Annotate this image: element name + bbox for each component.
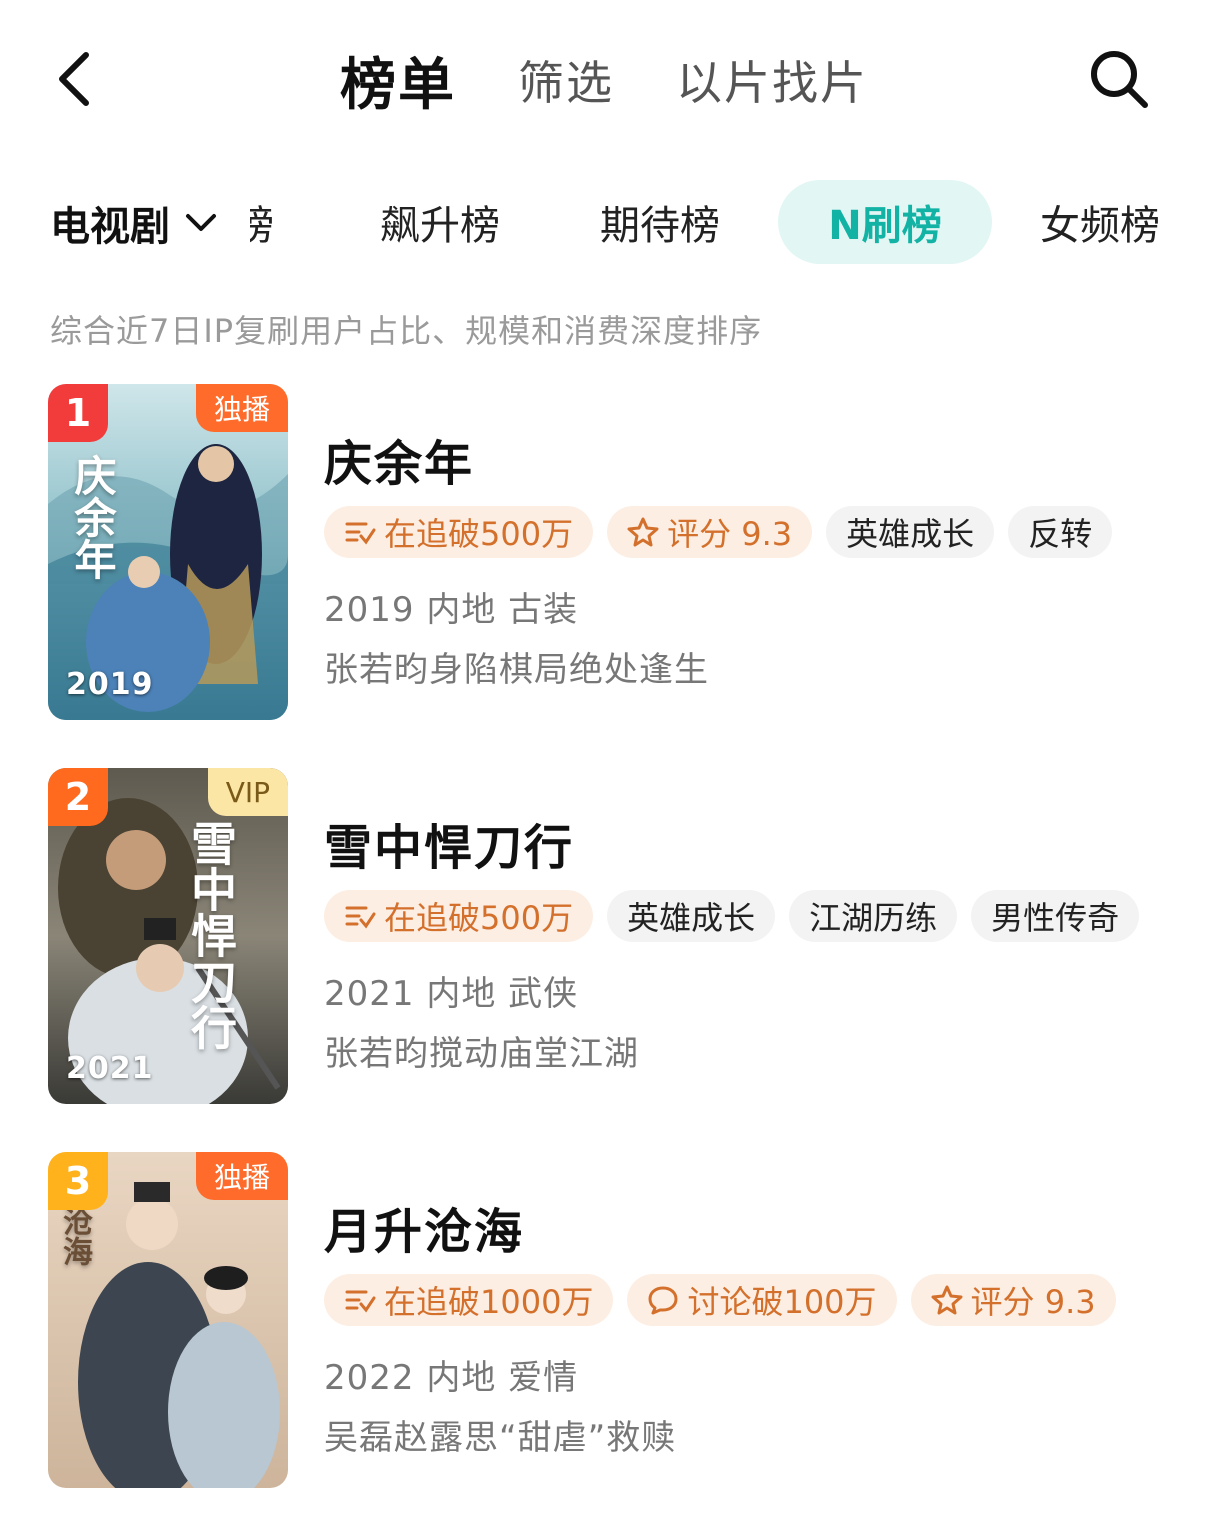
discussion-count-tag: 讨论破100万 [627,1274,897,1326]
follow-list-icon [345,1290,376,1313]
nav-tabs: 榜单 筛选 以片找片 [340,40,930,120]
list-item[interactable]: 雪中悍刀行 2 VIP 2021 雪中悍刀行 在追破500万 英雄成长 江湖历练… [48,768,1178,1104]
list-item[interactable]: 沧海 3 独播 月升沧海 在追破1000万 讨论破100万 评分 9.3 202… [48,1152,1178,1488]
tag-text: 在追破1000万 [384,1283,594,1321]
chat-bubble-icon [648,1286,678,1315]
rating-tag: 评分 9.3 [910,1274,1116,1326]
follow-list-icon [345,522,376,545]
back-button[interactable] [44,44,104,114]
tab-filter[interactable]: 筛选 [518,47,614,113]
item-title[interactable]: 雪中悍刀行 [324,808,574,878]
item-meta: 2022 内地 爱情 [324,1358,579,1398]
genre-tag: 反转 [1008,506,1113,558]
rank-badge: 3 [48,1152,108,1210]
item-subtitle: 吴磊赵露思“甜虐”救赎 [324,1418,677,1458]
tag-text: 讨论破100万 [687,1283,877,1321]
poster-image[interactable]: 沧海 3 独播 [48,1152,288,1488]
exclusive-badge: 独播 [195,1152,288,1200]
tag-text: 在追破500万 [384,899,574,937]
tag-row: 在追破1000万 讨论破100万 评分 9.3 [324,1274,1130,1326]
search-button[interactable] [1088,48,1158,118]
item-meta: 2019 内地 古装 [324,590,579,630]
list-item[interactable]: 庆余年 1 独播 2019 庆余年 在追破500万 评分 9.3 英雄成长 反转… [48,384,1178,720]
genre-tag: 男性传奇 [971,890,1140,942]
item-subtitle: 张若昀身陷棋局绝处逢生 [324,650,709,690]
follow-count-tag: 在追破500万 [324,890,594,942]
chevron-down-icon [186,214,216,231]
category-label: 电视剧 [50,204,170,250]
category-dropdown[interactable]: 电视剧 [50,188,232,258]
genre-tag: 英雄成长 [826,506,995,558]
chevron-left-icon [59,52,89,106]
item-info: 庆余年 在追破500万 评分 9.3 英雄成长 反转 2019 内地 古装 张若… [324,384,1178,720]
rank-badge: 2 [48,768,108,826]
genre-tag: 江湖历练 [789,890,958,942]
item-subtitle: 张若昀搅动庙堂江湖 [324,1034,639,1074]
poster-title-text: 沧海 [57,1206,92,1266]
rank-tab-rewatch[interactable]: N刷榜 [778,180,992,264]
ranking-description: 综合近7日IP复刷用户占比、规模和消费深度排序 [50,312,763,350]
follow-count-tag: 在追破1000万 [324,1274,614,1326]
poster-image[interactable]: 雪中悍刀行 2 VIP 2021 [48,768,288,1104]
category-row: 榜 飙升榜 期待榜 N刷榜 女频榜 电视剧 [0,180,1206,266]
star-icon [627,517,659,547]
vip-badge: VIP [207,768,288,816]
rank-tab-partial[interactable]: 榜 [250,180,284,264]
poster-title-text: 雪中悍刀行 [184,820,238,1050]
poster-image[interactable]: 庆余年 1 独播 2019 [48,384,288,720]
follow-list-icon [345,906,376,929]
tag-row: 在追破500万 评分 9.3 英雄成长 反转 [324,506,1126,558]
rank-badge: 1 [48,384,108,442]
tag-text: 评分 9.3 [667,515,793,553]
rating-tag: 评分 9.3 [607,506,813,558]
search-icon [1091,51,1148,108]
exclusive-badge: 独播 [195,384,288,432]
rank-tab-anticipated[interactable]: 期待榜 [580,180,740,264]
tab-find-by-show[interactable]: 以片找片 [676,47,868,113]
item-info: 雪中悍刀行 在追破500万 英雄成长 江湖历练 男性传奇 2021 内地 武侠 … [324,768,1178,1104]
rank-tab-rising[interactable]: 飙升榜 [360,180,520,264]
item-title[interactable]: 月升沧海 [324,1192,524,1262]
poster-year: 2019 [66,667,154,702]
tab-ranking[interactable]: 榜单 [340,40,456,121]
top-navigation-bar: 榜单 筛选 以片找片 [0,0,1206,160]
star-icon [931,1285,963,1315]
tag-text: 评分 9.3 [970,1283,1096,1321]
rank-tab-female[interactable]: 女频榜 [1020,180,1180,264]
poster-year: 2021 [66,1051,154,1086]
rank-tabs: 榜 飙升榜 期待榜 N刷榜 女频榜 [250,180,1206,266]
item-info: 月升沧海 在追破1000万 讨论破100万 评分 9.3 2022 内地 爱情 … [324,1152,1178,1488]
genre-tag: 英雄成长 [607,890,776,942]
item-title[interactable]: 庆余年 [324,424,474,494]
item-meta: 2021 内地 武侠 [324,974,579,1014]
follow-count-tag: 在追破500万 [324,506,594,558]
tag-text: 在追破500万 [384,515,574,553]
tag-row: 在追破500万 英雄成长 江湖历练 男性传奇 [324,890,1153,942]
poster-title-text: 庆余年 [68,454,117,580]
